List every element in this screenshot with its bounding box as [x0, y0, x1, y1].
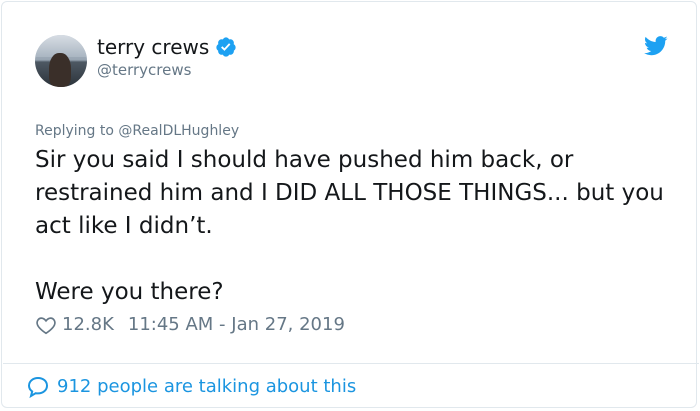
- author-row: terry crews: [97, 35, 237, 59]
- author-name[interactable]: terry crews: [97, 35, 209, 59]
- reply-mention-link[interactable]: @RealDLHughley: [118, 123, 239, 139]
- tweet-paragraph: Were you there?: [35, 279, 224, 305]
- reply-context: Replying to @RealDLHughley: [35, 121, 239, 141]
- heart-icon[interactable]: [35, 314, 57, 336]
- speech-bubble-icon: [27, 376, 49, 399]
- avatar[interactable]: [35, 35, 87, 87]
- like-count[interactable]: 12.8K: [62, 312, 114, 338]
- twitter-bird-icon[interactable]: [644, 36, 668, 56]
- author-handle[interactable]: @terrycrews: [97, 60, 191, 80]
- reply-prefix: Replying to: [35, 123, 114, 139]
- tweet-text: Sir you said I should have pushed him ba…: [35, 144, 675, 309]
- conversation-link[interactable]: 912 people are talking about this: [26, 374, 356, 400]
- verified-badge-icon: [216, 37, 236, 57]
- divider: [3, 363, 699, 364]
- tweet-timestamp[interactable]: 11:45 AM - Jan 27, 2019: [128, 312, 345, 338]
- tweet-card: terry crews @terrycrews Replying to @Rea…: [1, 1, 699, 408]
- tweet-paragraph: Sir you said I should have pushed him ba…: [35, 147, 664, 239]
- conversation-text[interactable]: 912 people are talking about this: [57, 374, 356, 400]
- tweet-meta: 12.8K 11:45 AM - Jan 27, 2019: [35, 312, 345, 338]
